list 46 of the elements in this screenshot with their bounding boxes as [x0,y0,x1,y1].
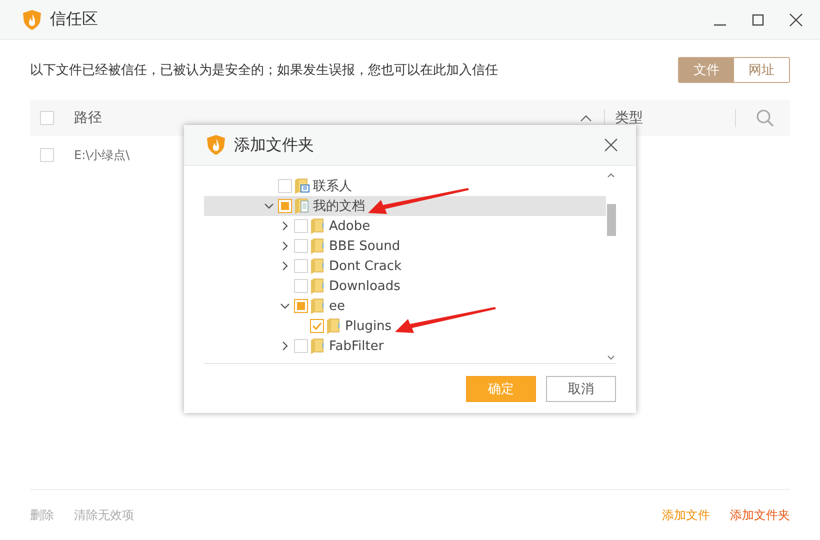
folder-icon [310,277,326,295]
checkbox[interactable] [310,319,324,333]
folder-icon [310,297,326,315]
scroll-up-icon[interactable] [607,172,615,178]
tree-item[interactable]: ee [204,296,606,316]
tree-item[interactable]: Plugins [204,316,606,336]
close-icon[interactable] [789,12,803,26]
cancel-button[interactable]: 取消 [546,376,616,402]
contacts-folder-icon [294,177,310,195]
maximize-icon[interactable] [751,12,765,26]
column-header[interactable]: 路径 [74,109,580,127]
path-cell: E:\小绿点\ [74,146,130,164]
folder-icon [310,257,326,275]
column-header[interactable]: 类型 [605,109,735,127]
window-title: 信任区 [50,9,99,30]
checkbox[interactable] [294,259,308,273]
tree-item[interactable]: FabFilter [204,336,606,356]
checkbox[interactable] [294,299,308,313]
folder-icon [310,237,326,255]
checkbox[interactable] [294,219,308,233]
tree-item[interactable]: Adobe [204,216,606,236]
checkbox[interactable] [278,199,292,213]
description-text: 以下文件已经被信任，已被认为是安全的；如果发生误报，您也可以在此加入信任 [30,62,498,79]
folder-icon [310,217,326,235]
dialog-logo-icon [206,134,226,156]
tree-item[interactable]: 我的文档 [204,196,606,216]
documents-folder-icon [294,197,310,215]
checkbox[interactable] [294,239,308,253]
sort-caret-icon[interactable] [580,114,592,122]
checkbox[interactable] [40,111,54,125]
close-icon[interactable] [604,138,618,152]
checkbox[interactable] [294,339,308,353]
checkbox[interactable] [40,148,54,162]
footer-link[interactable]: 添加文件夹 [730,506,790,524]
tree-item[interactable]: Dont Crack [204,256,606,276]
checkbox[interactable] [278,179,292,193]
tree-item[interactable]: Downloads [204,276,606,296]
tree-item[interactable]: BBE Sound [204,236,606,256]
folder-icon [326,317,342,335]
tree-item[interactable]: 联系人 [204,176,606,196]
folder-icon [310,337,326,355]
scroll-down-icon[interactable] [607,355,615,361]
app-logo-icon [22,8,42,30]
scrollbar-thumb[interactable] [606,204,616,236]
checkbox[interactable] [294,279,308,293]
dialog-title: 添加文件夹 [234,134,315,156]
